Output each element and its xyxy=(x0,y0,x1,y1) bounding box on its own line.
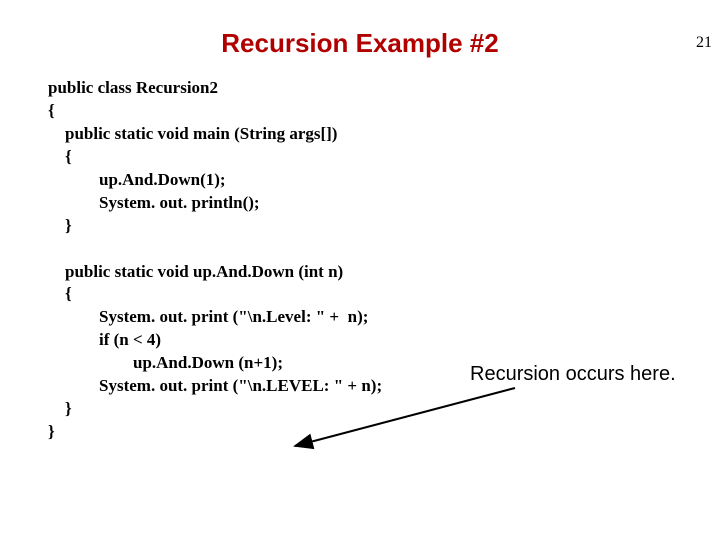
code-line: System. out. print ("\n.LEVEL: " + n); xyxy=(48,376,382,395)
code-line: System. out. print ("\n.Level: " + n); xyxy=(48,307,368,326)
code-line: public class Recursion2 xyxy=(48,78,218,97)
code-line: } xyxy=(48,216,72,235)
code-line: } xyxy=(48,422,55,441)
code-line: up.And.Down(1); xyxy=(48,170,226,189)
annotation-text: Recursion occurs here. xyxy=(470,363,676,386)
code-line: { xyxy=(48,147,72,166)
page-number: 21 xyxy=(696,34,712,52)
code-block: public class Recursion2 { public static … xyxy=(48,77,720,444)
code-line: System. out. println(); xyxy=(48,193,260,212)
code-line: { xyxy=(48,101,55,120)
code-line: { xyxy=(48,284,72,303)
slide-title: Recursion Example #2 xyxy=(0,28,720,59)
code-line: public static void main (String args[]) xyxy=(48,124,337,143)
code-line: if (n < 4) xyxy=(48,330,161,349)
code-line: up.And.Down (n+1); xyxy=(48,353,283,372)
code-line: } xyxy=(48,399,72,418)
code-line: public static void up.And.Down (int n) xyxy=(48,262,343,281)
